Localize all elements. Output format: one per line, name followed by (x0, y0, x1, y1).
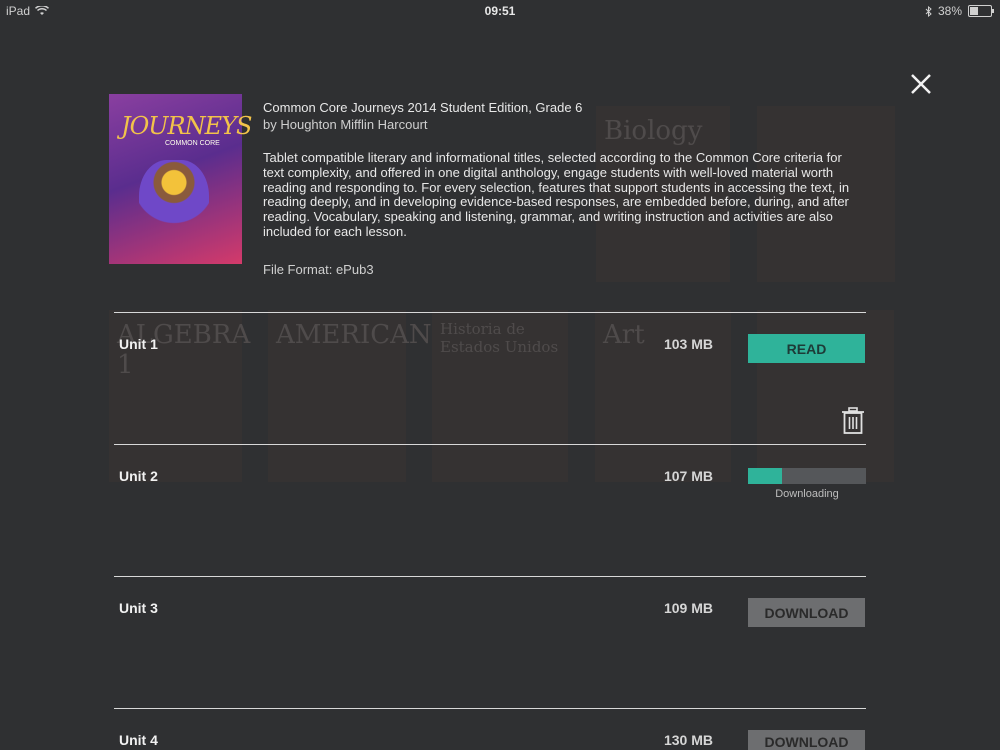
background-book-cover: Historia de Estados Unidos (432, 310, 568, 482)
download-progress-bar (748, 468, 866, 484)
divider (114, 312, 866, 313)
book-author: by Houghton Mifflin Harcourt (263, 117, 428, 132)
battery-icon (968, 5, 994, 17)
book-title: Common Core Journeys 2014 Student Editio… (263, 100, 583, 115)
status-time: 09:51 (484, 4, 516, 18)
download-button[interactable]: DOWNLOAD (748, 598, 865, 627)
status-bar: iPad 09:51 38% (0, 0, 1000, 22)
background-cover-title: AMERICAN (276, 320, 432, 350)
book-description: Tablet compatible literary and informati… (263, 150, 850, 239)
unit-name: Unit 1 (119, 336, 158, 352)
trash-icon (842, 407, 864, 434)
download-progress-fill (748, 468, 783, 484)
cover-subtitle: COMMON CORE (165, 140, 220, 147)
divider (114, 708, 866, 709)
unit-size: 107 MB (663, 468, 713, 484)
read-button[interactable]: READ (748, 334, 865, 363)
battery-percent: 38% (937, 4, 962, 18)
background-cover-title: Historia de Estados Unidos (440, 320, 559, 356)
background-book-cover: AMERICAN (268, 310, 432, 482)
cover-title: JOURNEYS (121, 112, 252, 140)
download-status: Downloading (775, 488, 839, 500)
download-button[interactable]: DOWNLOAD (748, 730, 865, 750)
divider (114, 444, 866, 445)
background-cover-title: Art (603, 320, 645, 350)
close-button[interactable] (906, 69, 936, 99)
divider (114, 576, 866, 577)
status-right: 38% (925, 4, 994, 18)
unit-size: 130 MB (663, 732, 713, 748)
file-format: File Format: ePub3 (263, 261, 374, 277)
delete-button[interactable] (841, 407, 865, 434)
unit-size: 109 MB (663, 600, 713, 616)
close-icon (911, 74, 931, 94)
bluetooth-icon (925, 5, 932, 17)
unit-name: Unit 3 (119, 600, 158, 616)
book-info: Common Core Journeys 2014 Student Editio… (263, 100, 863, 277)
unit-size: 103 MB (663, 336, 713, 352)
unit-name: Unit 4 (119, 732, 158, 748)
unit-name: Unit 2 (119, 468, 158, 484)
book-cover: JOURNEYS COMMON CORE (109, 94, 252, 264)
cover-illustration (139, 160, 209, 250)
